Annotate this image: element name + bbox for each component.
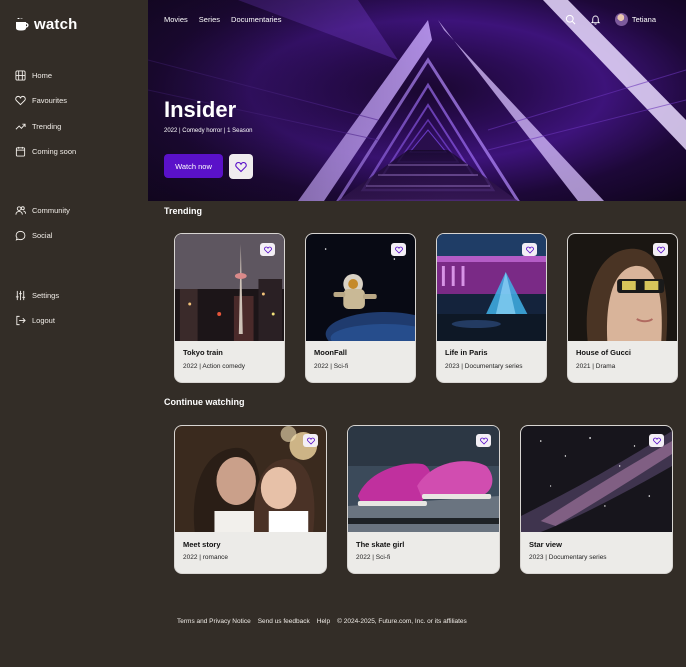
card-title: MoonFall	[314, 348, 347, 357]
heart-icon	[263, 246, 272, 254]
sidebar-item-social[interactable]: Social	[15, 230, 52, 241]
sidebar-item-label: Social	[32, 231, 53, 240]
hero-favourite-button[interactable]	[229, 154, 253, 179]
sidebar-item-coming-soon[interactable]: Coming soon	[15, 146, 76, 157]
film-icon	[15, 70, 26, 81]
sidebar-item-community[interactable]: Community	[15, 205, 70, 216]
card-favourite-button[interactable]	[649, 434, 664, 447]
sidebar-item-settings[interactable]: Settings	[15, 290, 59, 301]
sidebar-item-trending[interactable]: Trending	[15, 121, 61, 132]
calendar-icon	[15, 146, 26, 157]
app-logo[interactable]: watch	[15, 16, 78, 33]
sidebar-item-home[interactable]: Home	[15, 70, 52, 81]
footer: Terms and Privacy Notice Send us feedbac…	[177, 618, 467, 625]
card-meta: 2022 | Action comedy	[183, 363, 246, 370]
heart-icon	[235, 161, 247, 172]
sidebar-item-label: Coming soon	[32, 147, 77, 156]
card-meta: 2023 | Documentary series	[529, 554, 607, 561]
sidebar-item-label: Logout	[32, 316, 55, 325]
avatar	[614, 13, 628, 26]
card-title: Tokyo train	[183, 348, 223, 357]
movie-card[interactable]: House of Gucci 2021 | Drama	[567, 233, 678, 383]
nav-series[interactable]: Series	[199, 15, 220, 24]
sidebar-item-label: Settings	[32, 291, 60, 300]
sliders-icon	[15, 290, 26, 301]
card-favourite-button[interactable]	[391, 243, 406, 256]
heart-icon	[525, 246, 534, 254]
movie-card[interactable]: Star view 2023 | Documentary series	[520, 425, 673, 574]
card-meta: 2021 | Drama	[576, 363, 616, 370]
user-name: Tetiana	[631, 15, 656, 24]
movie-card[interactable]: Life in Paris 2023 | Documentary series	[436, 233, 547, 383]
heart-icon	[15, 95, 26, 106]
sidebar-item-favourites[interactable]: Favourites	[15, 95, 67, 106]
users-icon	[15, 206, 26, 215]
footer-help-link[interactable]: Help	[317, 618, 330, 625]
cup-icon	[16, 18, 29, 31]
sidebar-item-label: Favourites	[32, 96, 68, 105]
card-favourite-button[interactable]	[260, 243, 275, 256]
user-menu[interactable]: Tetiana	[614, 13, 656, 26]
search-icon[interactable]	[565, 14, 576, 25]
heart-icon	[652, 437, 661, 445]
card-favourite-button[interactable]	[476, 434, 491, 447]
logout-icon	[16, 315, 26, 326]
movie-card[interactable]: Tokyo train 2022 | Action comedy	[174, 233, 285, 383]
card-title: Meet story	[183, 540, 221, 549]
sidebar-item-label: Trending	[32, 122, 62, 131]
top-actions: Tetiana	[565, 13, 656, 26]
footer-terms-link[interactable]: Terms and Privacy Notice	[177, 618, 251, 625]
card-favourite-button[interactable]	[653, 243, 668, 256]
card-favourite-button[interactable]	[303, 434, 318, 447]
card-meta: 2022 | Sci-fi	[356, 554, 391, 561]
heart-icon	[394, 246, 403, 254]
card-meta: 2023 | Documentary series	[445, 363, 523, 370]
section-title-continue-watching: Continue watching	[164, 397, 245, 407]
trending-icon	[15, 123, 26, 130]
movie-card[interactable]: Meet story 2022 | romance	[174, 425, 327, 574]
card-title: House of Gucci	[576, 348, 632, 357]
nav-documentaries[interactable]: Documentaries	[231, 15, 281, 24]
card-title: Star view	[529, 540, 562, 549]
movie-card[interactable]: MoonFall 2022 | Sci-fi	[305, 233, 416, 383]
top-nav: Movies Series Documentaries	[164, 15, 281, 24]
card-meta: 2022 | Sci-fi	[314, 363, 349, 370]
movie-card[interactable]: The skate girl 2022 | Sci-fi	[347, 425, 500, 574]
heart-icon	[479, 437, 488, 445]
hero-meta: 2022 | Comedy horror | 1 Season	[164, 128, 253, 134]
chat-icon	[15, 230, 26, 241]
heart-icon	[656, 246, 665, 254]
nav-movies[interactable]: Movies	[164, 15, 188, 24]
hero-title: Insider	[164, 97, 237, 122]
sidebar-item-label: Home	[32, 71, 53, 80]
card-title: The skate girl	[356, 540, 405, 549]
sidebar: watch Home Favourites Trending Coming so…	[0, 0, 148, 667]
sidebar-item-label: Community	[32, 206, 70, 215]
sidebar-item-logout[interactable]: Logout	[15, 315, 55, 326]
bell-icon[interactable]	[590, 14, 601, 25]
footer-copyright: © 2024-2025, Future.com, Inc. or its aff…	[337, 618, 467, 625]
footer-feedback-link[interactable]: Send us feedback	[258, 618, 310, 625]
heart-icon	[306, 437, 315, 445]
hero-banner: Movies Series Documentaries Tetiana Insi…	[148, 0, 686, 201]
watch-now-button[interactable]: Watch now	[164, 154, 223, 178]
app-name: watch	[34, 16, 78, 33]
card-meta: 2022 | romance	[183, 554, 229, 561]
card-favourite-button[interactable]	[522, 243, 537, 256]
section-title-trending: Trending	[164, 206, 202, 216]
card-title: Life in Paris	[445, 348, 488, 357]
